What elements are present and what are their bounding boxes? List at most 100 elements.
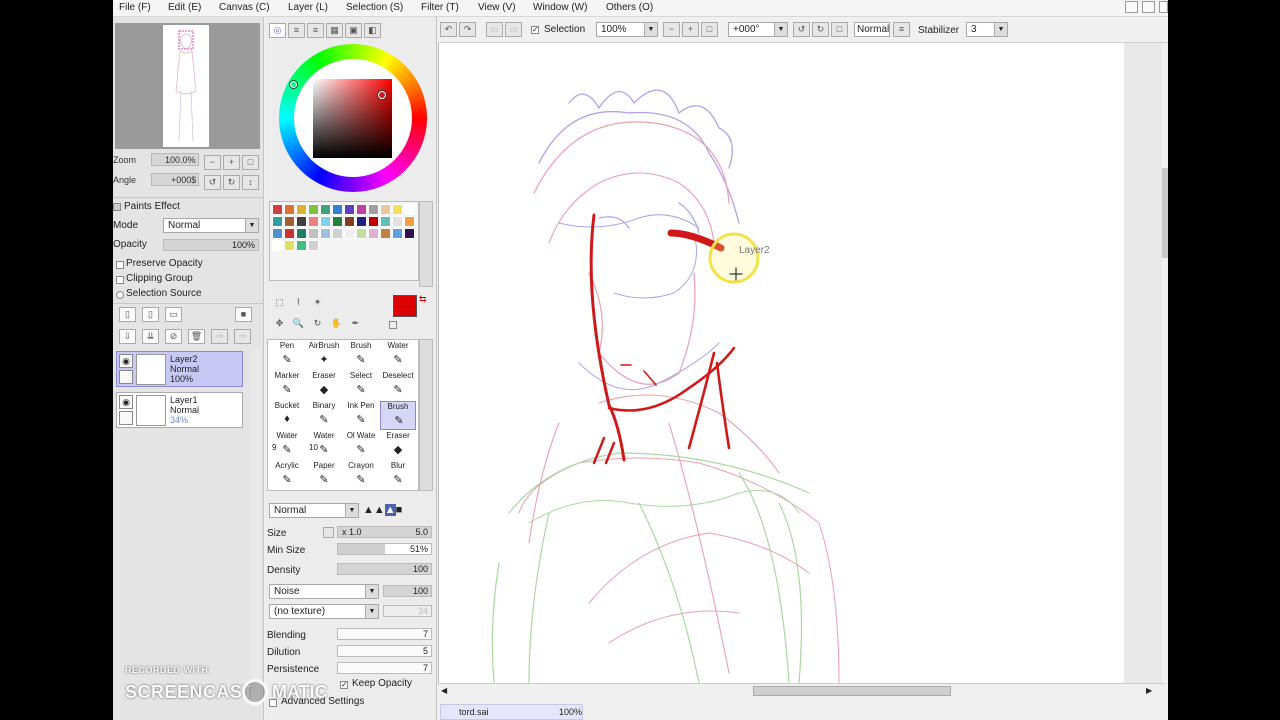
color-swatch-grid[interactable] [269, 201, 419, 281]
color-swatch[interactable] [284, 240, 295, 251]
color-swatch[interactable] [356, 216, 367, 227]
clipping-group-checkbox[interactable] [116, 276, 124, 284]
tool-eraser[interactable]: Eraser ◆ [380, 431, 416, 460]
color-swatch[interactable] [272, 216, 283, 227]
size-multiplier-icon[interactable] [323, 527, 334, 538]
noise-slider[interactable]: 100 [383, 585, 432, 597]
undo-icon[interactable]: ↶ [440, 22, 457, 37]
color-swatch[interactable] [368, 204, 379, 215]
menu-window[interactable]: Window (W) [533, 2, 587, 13]
hue-picker-handle[interactable] [290, 81, 297, 88]
color-swatch[interactable] [296, 228, 307, 239]
new-linework-layer-icon[interactable]: ▯ [142, 307, 159, 322]
brush-shape-select[interactable]: Noise ▼ [269, 584, 379, 599]
tool-crayon[interactable]: Crayon ✎ [343, 461, 379, 490]
stabilizer-select[interactable]: 3 ▼ [966, 22, 1008, 37]
pen-lock-icon[interactable] [119, 370, 133, 384]
color-swatch[interactable] [392, 204, 403, 215]
menu-canvas[interactable]: Canvas (C) [219, 2, 270, 13]
deselect-icon[interactable]: ▭ [486, 22, 503, 37]
menu-file[interactable]: File (F) [119, 2, 151, 13]
color-swatch[interactable] [368, 216, 379, 227]
color-swatch[interactable] [332, 228, 343, 239]
view-blend-select[interactable]: Normal [854, 22, 890, 37]
minimize-button[interactable] [1125, 1, 1138, 13]
tool-brush[interactable]: Brush ✎ [343, 341, 379, 370]
color-swatch[interactable] [392, 228, 403, 239]
tool-eraser[interactable]: Eraser ◆ [306, 371, 342, 400]
fit-view-icon[interactable]: □ [701, 22, 718, 37]
preserve-opacity-checkbox[interactable] [116, 261, 124, 269]
tool-binary[interactable]: Binary ✎ [306, 401, 342, 430]
color-swatch[interactable] [392, 216, 403, 227]
rotate-reset-button[interactable]: ↕ [242, 175, 259, 190]
eye-icon[interactable]: ◉ [119, 354, 133, 368]
zoom-out-button[interactable]: − [204, 155, 221, 170]
rotate-ccw-icon[interactable]: ↺ [793, 22, 810, 37]
rgb-slider-tab-icon[interactable]: ≡ [288, 23, 305, 38]
color-swatch[interactable] [332, 216, 343, 227]
invert-selection-icon[interactable]: ▭ [505, 22, 522, 37]
color-swatch[interactable] [356, 228, 367, 239]
scroll-right-icon[interactable]: ▶ [1146, 686, 1152, 695]
document-tab[interactable]: tord.sai 100% [440, 704, 583, 720]
close-button[interactable] [1159, 1, 1168, 13]
tool-ink-pen[interactable]: Ink Pen ✎ [343, 401, 379, 430]
flip-view-icon[interactable]: ≡ [893, 22, 910, 37]
tool-marker[interactable]: Marker ✎ [269, 371, 305, 400]
color-swatch[interactable] [272, 204, 283, 215]
pen-lock-icon[interactable] [119, 411, 133, 425]
color-wheel-tab-icon[interactable]: ◎ [269, 23, 286, 38]
color-swatch[interactable] [296, 240, 307, 251]
merge-down-icon[interactable]: ⇊ [142, 329, 159, 344]
rotation-select[interactable]: +000° ▼ [728, 22, 788, 37]
color-swatch[interactable] [380, 228, 391, 239]
selection-checkbox[interactable]: ✓ [531, 26, 539, 34]
layer-scrollbar[interactable] [251, 347, 261, 707]
eye-icon[interactable]: ◉ [119, 395, 133, 409]
move-icon[interactable]: ✥ [271, 316, 288, 331]
swatch-tab-icon[interactable]: ▦ [326, 23, 343, 38]
color-swatch[interactable] [308, 240, 319, 251]
swatch-scrollbar[interactable] [419, 201, 433, 287]
zoom-tool-icon[interactable]: 🔍 [290, 316, 307, 331]
layer-mask-icon[interactable]: ■ [235, 307, 252, 322]
zoom-select[interactable]: 100% ▼ [596, 22, 658, 37]
layer-row-layer2[interactable]: ◉ Layer2 Normal 100% [116, 351, 243, 387]
menu-others[interactable]: Others (O) [606, 2, 653, 13]
maximize-button[interactable] [1142, 1, 1155, 13]
horizontal-scroll-thumb[interactable] [753, 686, 951, 696]
vertical-scrollbar[interactable] [1162, 43, 1168, 683]
tool-pen[interactable]: Pen ✎ [269, 341, 305, 370]
color-swatch[interactable] [308, 216, 319, 227]
density-slider[interactable]: 100 [337, 563, 432, 575]
color-swatch[interactable] [284, 204, 295, 215]
menu-selection[interactable]: Selection (S) [346, 2, 403, 13]
texture-select[interactable]: (no texture) ▼ [269, 604, 379, 619]
tool-water[interactable]: Water ✎ [380, 341, 416, 370]
color-swatch[interactable] [344, 216, 355, 227]
color-swatch[interactable] [308, 204, 319, 215]
color-swatch[interactable] [344, 228, 355, 239]
color-swatch[interactable] [272, 240, 283, 251]
color-swatch[interactable] [284, 228, 295, 239]
menu-view[interactable]: View (V) [478, 2, 516, 13]
texture-slider[interactable]: 34 [383, 605, 432, 617]
transparent-color-icon[interactable] [389, 321, 397, 329]
tool-brush[interactable]: Brush ✎ [380, 401, 416, 430]
color-swatch[interactable] [356, 204, 367, 215]
color-swatch[interactable] [320, 204, 331, 215]
tool-water[interactable]: Water ✎ 9 [269, 431, 305, 460]
swap-colors-icon[interactable]: ⇆ [419, 294, 427, 305]
keep-opacity-checkbox[interactable]: ✓ [340, 681, 348, 689]
tool-ol-wate[interactable]: Ol Wate ✎ [343, 431, 379, 460]
menu-filter[interactable]: Filter (T) [421, 2, 459, 13]
menu-layer[interactable]: Layer (L) [288, 2, 328, 13]
tool-select[interactable]: Select ✎ [343, 371, 379, 400]
color-swatch[interactable] [296, 216, 307, 227]
color-swatch[interactable] [404, 228, 415, 239]
clear-layer-icon[interactable]: ⊘ [165, 329, 182, 344]
tool-scrollbar[interactable] [419, 339, 433, 491]
color-swatch[interactable] [380, 204, 391, 215]
tool-bucket[interactable]: Bucket ♦ [269, 401, 305, 430]
